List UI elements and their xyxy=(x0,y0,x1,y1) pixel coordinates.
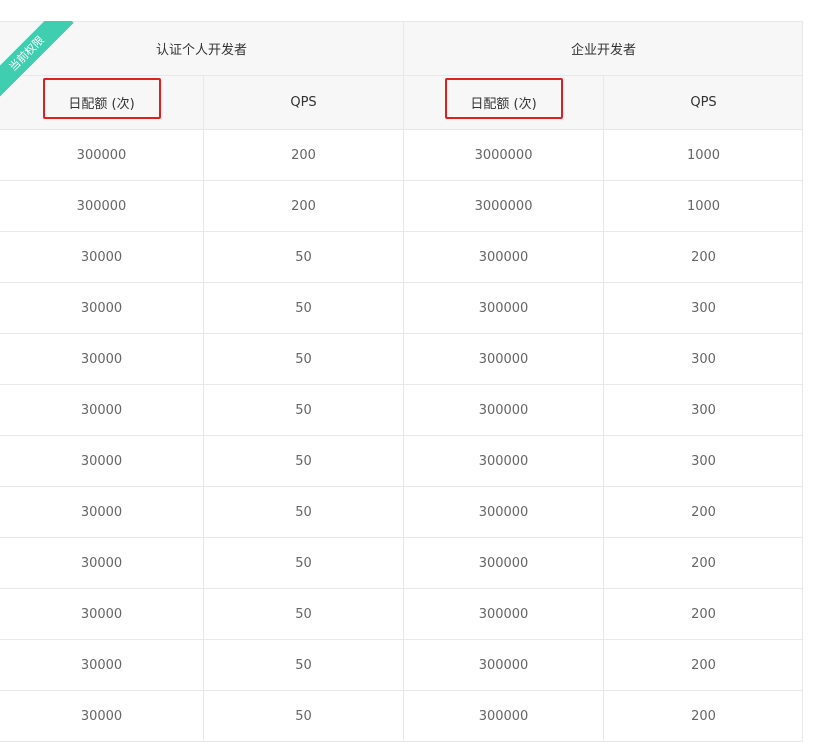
table-row: 30000 50 300000 200 xyxy=(0,639,803,691)
table-row: 30000 50 300000 200 xyxy=(0,231,803,283)
quota-table-container: 认证个人开发者 企业开发者 日配额 (次) QPS 日配额 (次) QPS 30… xyxy=(0,21,803,742)
enterprise-daily-quota-cell: 300000 xyxy=(403,333,605,385)
group-enterprise-developer: 企业开发者 xyxy=(403,21,803,76)
enterprise-qps-cell: 200 xyxy=(603,690,803,742)
enterprise-qps-cell: 200 xyxy=(603,588,803,640)
personal-daily-quota-cell: 30000 xyxy=(0,639,204,691)
personal-qps-cell: 50 xyxy=(202,435,405,487)
table-row: 30000 50 300000 300 xyxy=(0,435,803,487)
enterprise-daily-quota-cell: 300000 xyxy=(403,282,605,334)
enterprise-qps-cell: 200 xyxy=(603,639,803,691)
header-group-row: 认证个人开发者 企业开发者 xyxy=(0,21,803,76)
enterprise-daily-quota-cell: 3000000 xyxy=(403,129,605,181)
enterprise-daily-quota-cell: 300000 xyxy=(403,384,605,436)
quota-table-header: 认证个人开发者 企业开发者 日配额 (次) QPS 日配额 (次) QPS xyxy=(0,21,803,130)
personal-qps-cell: 200 xyxy=(202,180,405,232)
table-row: 300000 200 3000000 1000 xyxy=(0,180,803,232)
personal-daily-quota-cell: 30000 xyxy=(0,231,204,283)
enterprise-daily-quota-cell: 300000 xyxy=(403,231,605,283)
personal-daily-quota-cell: 30000 xyxy=(0,282,204,334)
table-row: 30000 50 300000 300 xyxy=(0,333,803,385)
personal-qps-cell: 50 xyxy=(202,282,405,334)
group-personal-developer: 认证个人开发者 xyxy=(0,21,405,76)
col-personal-daily-quota: 日配额 (次) xyxy=(0,75,204,130)
table-row: 30000 50 300000 200 xyxy=(0,588,803,640)
table-row: 30000 50 300000 200 xyxy=(0,537,803,589)
table-row: 30000 50 300000 300 xyxy=(0,282,803,334)
personal-qps-cell: 50 xyxy=(202,639,405,691)
enterprise-qps-cell: 200 xyxy=(603,486,803,538)
enterprise-daily-quota-cell: 300000 xyxy=(403,435,605,487)
personal-qps-cell: 200 xyxy=(202,129,405,181)
personal-qps-cell: 50 xyxy=(202,690,405,742)
table-row: 300000 200 3000000 1000 xyxy=(0,129,803,181)
enterprise-daily-quota-cell: 3000000 xyxy=(403,180,605,232)
enterprise-qps-cell: 1000 xyxy=(603,129,803,181)
personal-qps-cell: 50 xyxy=(202,588,405,640)
personal-daily-quota-cell: 30000 xyxy=(0,384,204,436)
enterprise-daily-quota-cell: 300000 xyxy=(403,639,605,691)
table-row: 30000 50 300000 300 xyxy=(0,384,803,436)
personal-qps-cell: 50 xyxy=(202,384,405,436)
enterprise-qps-cell: 300 xyxy=(603,435,803,487)
table-row: 30000 50 300000 200 xyxy=(0,486,803,538)
personal-daily-quota-cell: 300000 xyxy=(0,129,204,181)
col-enterprise-qps: QPS xyxy=(603,75,803,130)
col-personal-qps: QPS xyxy=(202,75,405,130)
personal-qps-cell: 50 xyxy=(202,486,405,538)
enterprise-daily-quota-cell: 300000 xyxy=(403,690,605,742)
personal-qps-cell: 50 xyxy=(202,537,405,589)
table-right-border xyxy=(802,21,803,742)
enterprise-qps-cell: 200 xyxy=(603,537,803,589)
enterprise-daily-quota-cell: 300000 xyxy=(403,537,605,589)
enterprise-daily-quota-cell: 300000 xyxy=(403,588,605,640)
highlighted-header: 日配额 (次) xyxy=(42,78,161,119)
highlight-box xyxy=(42,78,161,119)
personal-qps-cell: 50 xyxy=(202,333,405,385)
personal-daily-quota-cell: 30000 xyxy=(0,588,204,640)
personal-daily-quota-cell: 30000 xyxy=(0,435,204,487)
quota-table: 认证个人开发者 企业开发者 日配额 (次) QPS 日配额 (次) QPS 30… xyxy=(0,21,803,742)
header-column-row: 日配额 (次) QPS 日配额 (次) QPS xyxy=(0,75,803,130)
table-row: 30000 50 300000 200 xyxy=(0,690,803,742)
enterprise-qps-cell: 200 xyxy=(603,231,803,283)
personal-daily-quota-cell: 30000 xyxy=(0,333,204,385)
personal-daily-quota-cell: 30000 xyxy=(0,690,204,742)
enterprise-qps-cell: 300 xyxy=(603,282,803,334)
personal-daily-quota-cell: 30000 xyxy=(0,537,204,589)
enterprise-daily-quota-cell: 300000 xyxy=(403,486,605,538)
enterprise-qps-cell: 300 xyxy=(603,333,803,385)
personal-daily-quota-cell: 30000 xyxy=(0,486,204,538)
personal-qps-cell: 50 xyxy=(202,231,405,283)
highlighted-header: 日配额 (次) xyxy=(444,78,563,119)
personal-daily-quota-cell: 300000 xyxy=(0,180,204,232)
quota-table-body: 300000 200 3000000 1000 300000 200 3000000 1000… xyxy=(0,129,803,742)
col-enterprise-daily-quota: 日配额 (次) xyxy=(403,75,605,130)
enterprise-qps-cell: 1000 xyxy=(603,180,803,232)
enterprise-qps-cell: 300 xyxy=(603,384,803,436)
highlight-box xyxy=(444,78,563,119)
